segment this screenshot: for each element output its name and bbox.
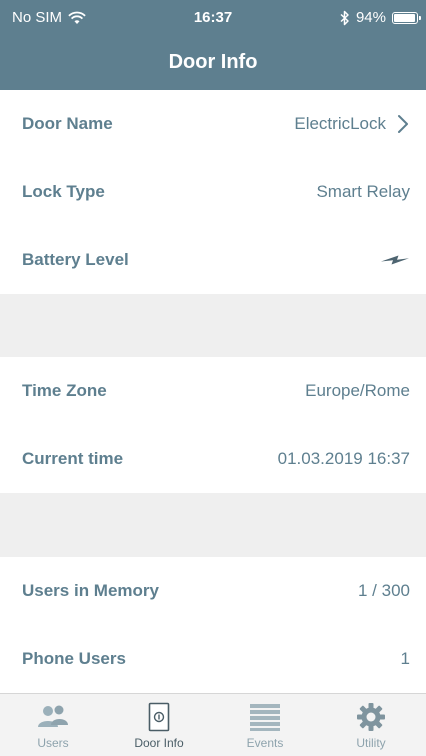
phone-users-label: Phone Users xyxy=(22,649,126,668)
tab-door-info[interactable]: Door Info xyxy=(106,694,212,756)
chevron-right-icon xyxy=(398,115,408,133)
row-phone-users: Phone Users 1 xyxy=(0,625,426,693)
row-current-time: Current time 01.03.2019 16:37 xyxy=(0,425,426,493)
door-info-list: Door Name ElectricLock Lock Type Smart R… xyxy=(0,90,426,693)
gear-icon xyxy=(356,701,386,733)
battery-fill xyxy=(394,13,415,22)
tab-users[interactable]: Users xyxy=(0,694,106,756)
lock-type-value: Smart Relay xyxy=(316,182,410,201)
battery-nub xyxy=(419,15,421,20)
power-bolt-icon xyxy=(381,255,409,265)
tab-events-label: Events xyxy=(246,736,284,750)
lock-type-label: Lock Type xyxy=(22,182,105,201)
tab-utility-label: Utility xyxy=(356,736,386,750)
users-in-memory-label: Users in Memory xyxy=(22,581,159,600)
users-in-memory-value: 1 / 300 xyxy=(358,581,410,600)
battery-level-label: Battery Level xyxy=(22,250,129,269)
section-separator xyxy=(0,493,426,557)
bluetooth-icon xyxy=(340,10,349,25)
door-name-value: ElectricLock xyxy=(294,114,386,133)
status-bar: No SIM 16:37 94% xyxy=(0,0,426,36)
users-icon xyxy=(36,701,70,733)
row-users-in-memory: Users in Memory 1 / 300 xyxy=(0,557,426,625)
row-lock-type: Lock Type Smart Relay xyxy=(0,158,426,226)
time-zone-label: Time Zone xyxy=(22,381,107,400)
page-title: Door Info xyxy=(168,51,258,73)
current-time-label: Current time xyxy=(22,449,124,468)
battery-icon xyxy=(392,11,421,24)
door-name-value-group: ElectricLock xyxy=(294,114,410,134)
tab-door-info-label: Door Info xyxy=(134,736,184,750)
battery-percent: 94% xyxy=(355,9,386,26)
tab-utility[interactable]: Utility xyxy=(318,694,424,756)
time-zone-value: Europe/Rome xyxy=(305,381,410,400)
row-time-zone: Time Zone Europe/Rome xyxy=(0,357,426,425)
tab-users-label: Users xyxy=(37,736,69,750)
phone-users-value: 1 xyxy=(400,649,410,668)
nav-bar: Door Info xyxy=(0,36,426,90)
events-list-icon xyxy=(249,701,281,733)
section-separator xyxy=(0,294,426,357)
row-door-name[interactable]: Door Name ElectricLock xyxy=(0,90,426,158)
status-right: 94% xyxy=(340,9,421,26)
door-icon xyxy=(148,701,170,733)
tab-bar: Users Door Info Events Utility xyxy=(0,693,426,756)
current-time-value: 01.03.2019 16:37 xyxy=(277,449,410,468)
door-name-label: Door Name xyxy=(22,114,113,133)
tab-events[interactable]: Events xyxy=(212,694,318,756)
row-battery-level: Battery Level xyxy=(0,226,426,294)
